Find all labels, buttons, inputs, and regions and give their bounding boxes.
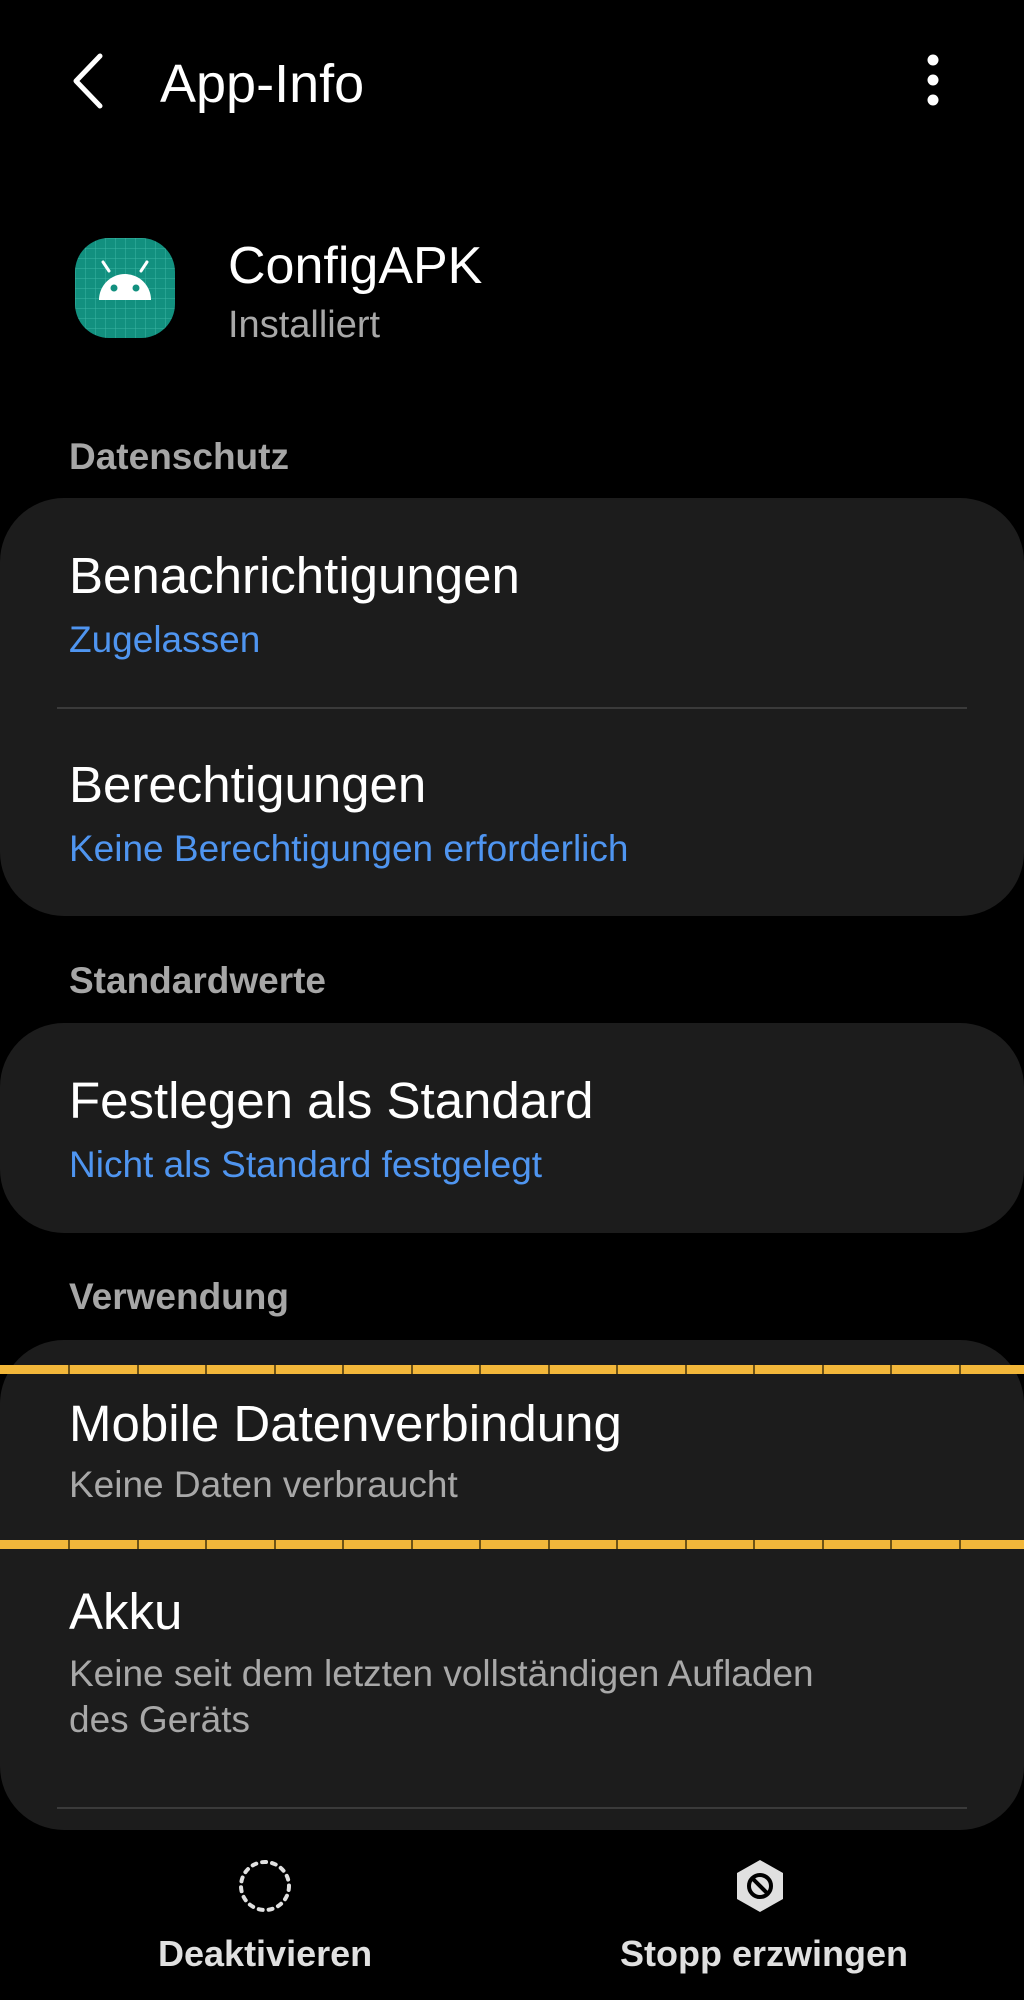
- battery-status-line2: des Geräts: [69, 1699, 250, 1740]
- permissions-row[interactable]: Berechtigungen Keine Berechtigungen erfo…: [0, 709, 1024, 916]
- divider: [57, 1807, 967, 1809]
- set-default-row[interactable]: Festlegen als Standard Nicht als Standar…: [0, 1023, 1024, 1233]
- defaults-card: Festlegen als Standard Nicht als Standar…: [0, 1023, 1024, 1233]
- usage-card: Mobile Datenverbindung Keine Daten verbr…: [0, 1340, 1024, 1830]
- deactivate-label: Deaktivieren: [158, 1933, 373, 1974]
- set-default-title: Festlegen als Standard: [69, 1072, 594, 1129]
- stop-icon: [737, 1860, 783, 1912]
- app-status: Installiert: [228, 304, 381, 346]
- deactivate-button[interactable]: Deaktivieren: [140, 1830, 390, 2000]
- section-title-defaults: Standardwerte: [69, 960, 327, 1001]
- app-icon: [75, 238, 175, 338]
- battery-row[interactable]: Akku Keine seit dem letzten vollständige…: [0, 1552, 1024, 1812]
- highlight-border-bottom: [0, 1540, 1024, 1549]
- app-name: ConfigAPK: [228, 237, 483, 295]
- force-stop-button[interactable]: Stopp erzwingen: [610, 1830, 910, 2000]
- top-app-bar: App-Info: [0, 0, 1024, 165]
- highlight-border-top: [0, 1365, 1024, 1374]
- chevron-left-icon: [73, 53, 103, 109]
- back-button[interactable]: [62, 46, 118, 116]
- mobile-data-status: Keine Daten verbraucht: [69, 1464, 458, 1505]
- force-stop-label: Stopp erzwingen: [620, 1933, 908, 1974]
- page-title: App-Info: [160, 54, 365, 114]
- notifications-title: Benachrichtigungen: [69, 547, 520, 604]
- android-icon: [75, 238, 175, 338]
- permissions-title: Berechtigungen: [69, 756, 427, 813]
- section-title-usage: Verwendung: [69, 1276, 289, 1317]
- app-header: ConfigAPK Installiert: [0, 220, 1024, 360]
- notifications-status: Zugelassen: [69, 619, 261, 660]
- mobile-data-title: Mobile Datenverbindung: [69, 1395, 622, 1452]
- privacy-card: Benachrichtigungen Zugelassen Berechtigu…: [0, 498, 1024, 916]
- permissions-status: Keine Berechtigungen erforderlich: [69, 828, 629, 869]
- more-options-button[interactable]: [910, 46, 956, 116]
- set-default-status: Nicht als Standard festgelegt: [69, 1144, 543, 1185]
- notifications-row[interactable]: Benachrichtigungen Zugelassen: [0, 498, 1024, 708]
- dashed-circle-icon: [239, 1860, 291, 1912]
- more-vertical-icon: [927, 54, 939, 106]
- battery-status-line1: Keine seit dem letzten vollständigen Auf…: [69, 1653, 814, 1694]
- battery-title: Akku: [69, 1583, 183, 1640]
- section-title-privacy: Datenschutz: [69, 436, 289, 477]
- bottom-action-bar: Deaktivieren Stopp erzwingen: [0, 1830, 1024, 2000]
